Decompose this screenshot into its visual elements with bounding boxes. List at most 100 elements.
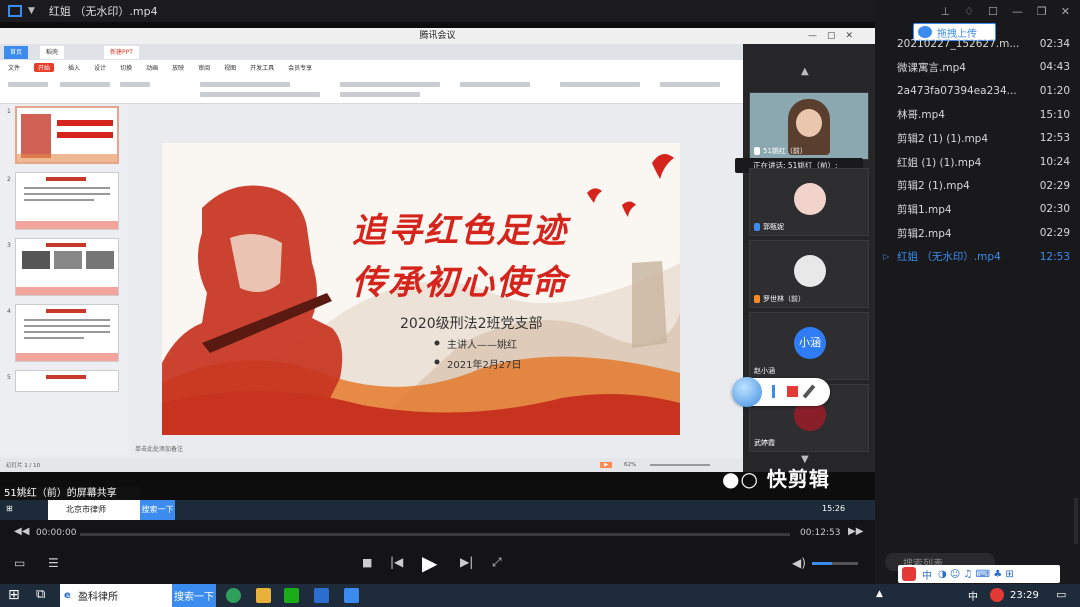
taskbar-search-input[interactable]: e 盈科律所: [60, 584, 172, 607]
wps-menu-item[interactable]: 插入: [68, 63, 80, 72]
previous-icon[interactable]: |◀: [390, 555, 403, 569]
wps-menu-item[interactable]: 开发工具: [250, 63, 274, 72]
slide-date: 2021年2月27日: [447, 360, 522, 371]
tray-up-icon[interactable]: ▲: [876, 589, 883, 599]
playlist-item-name: 林哥.mp4: [897, 109, 945, 122]
play-icon[interactable]: ▶: [422, 551, 437, 575]
player-logo-icon[interactable]: [8, 5, 22, 17]
ime-tools-icon: ◑ ☺ ♫ ⌨ ♣ ⊞: [938, 568, 1014, 580]
menu-caret-icon[interactable]: ▼: [28, 6, 35, 16]
browser-icon[interactable]: [226, 588, 241, 603]
scroll-up-icon[interactable]: ▲: [801, 66, 809, 77]
start-icon[interactable]: ⊞: [8, 587, 20, 603]
playlist-item[interactable]: 剪辑2 (1).mp4 02:29: [875, 174, 1080, 197]
next-icon[interactable]: ▶|: [460, 555, 473, 569]
word-icon[interactable]: [314, 588, 329, 603]
seek-bar[interactable]: [80, 533, 790, 536]
playlist-item-duration: 02:30: [1039, 203, 1070, 216]
sogou-icon[interactable]: [990, 588, 1004, 602]
wps-menu-item[interactable]: 开始: [34, 62, 55, 72]
volume-icon[interactable]: ◀): [792, 556, 806, 570]
wps-tab-home[interactable]: 首页: [4, 46, 29, 59]
wps-menu-item[interactable]: 审阅: [198, 63, 210, 72]
pause-icon[interactable]: [772, 385, 775, 398]
meeting-window-controls: —▢✕: [807, 31, 863, 41]
open-file-icon[interactable]: ▭: [14, 556, 25, 570]
annotation-ball-icon[interactable]: [732, 377, 762, 407]
playlist-item-name: 剪辑1.mp4: [897, 203, 952, 216]
playlist-item[interactable]: 剪辑1.mp4 02:30: [875, 198, 1080, 221]
wechat-icon[interactable]: [284, 588, 299, 603]
wps-menu-item[interactable]: 会员专享: [288, 63, 312, 72]
pin-icon[interactable]: ⊥: [941, 5, 951, 18]
participant-tile-4[interactable]: 小涵 赵小涵: [749, 312, 869, 380]
time-current: 00:00:00: [36, 528, 77, 538]
stop-record-icon[interactable]: [787, 386, 798, 397]
restore-icon[interactable]: ❐: [1037, 5, 1047, 18]
ime-indicator[interactable]: 中: [968, 588, 978, 603]
playlist-item-name: 剪辑2 (1).mp4: [897, 180, 970, 193]
player-app-icon[interactable]: [344, 588, 359, 603]
wps-menu-item[interactable]: 放映: [172, 63, 184, 72]
wps-tab-ppt[interactable]: 新建PPT: [104, 46, 139, 59]
playlist-item-name: 20210227_152627.m...: [897, 37, 1020, 50]
inner-start-icon: ⊞: [6, 504, 13, 513]
playlist-item[interactable]: 剪辑2.mp4 02:29: [875, 222, 1080, 245]
wps-menu-item[interactable]: 动画: [146, 63, 158, 72]
skin-icon[interactable]: ♢: [964, 5, 974, 18]
playlist-item[interactable]: ▷ 红姐 （无水印）.mp4 12:53: [875, 245, 1080, 268]
slide-thumbnail-2[interactable]: [15, 172, 119, 230]
close-icon[interactable]: ✕: [1061, 5, 1070, 18]
playlist-item-duration: 12:53: [1039, 250, 1070, 263]
slide-thumbnail-5[interactable]: [15, 370, 119, 392]
playlist-item[interactable]: 20210227_152627.m... 02:34: [875, 32, 1080, 55]
fast-forward-icon[interactable]: ▶▶: [848, 526, 863, 537]
wps-presentation-window: 首页 稻壳 新建PPT 文件 开始 插入 设计 切换 动画 放映 审阅 视图 开发工具 会员专享 1…: [0, 44, 743, 472]
playlist-item-name: 剪辑2 (1) (1).mp4: [897, 132, 989, 145]
wps-tab-daoke[interactable]: 稻壳: [40, 46, 65, 59]
avatar: [794, 255, 826, 287]
wps-menu-item[interactable]: 设计: [94, 63, 106, 72]
slide-thumbnail-1[interactable]: [15, 106, 119, 164]
slide-org: 2020级刑法2班党支部: [400, 316, 543, 332]
wps-menu-item[interactable]: 文件: [8, 63, 20, 72]
playlist-item[interactable]: 红姐 (1) (1).mp4 10:24: [875, 151, 1080, 174]
slide-thumbnail-4[interactable]: [15, 304, 119, 362]
zoom-slider[interactable]: [650, 464, 710, 466]
equalizer-icon[interactable]: ☰: [48, 556, 59, 570]
taskbar-search-button[interactable]: 搜索一下: [172, 584, 216, 607]
pen-icon[interactable]: [802, 384, 816, 399]
participant-tile-2[interactable]: 郭甄妮: [749, 168, 869, 236]
stop-icon[interactable]: ■: [362, 556, 372, 569]
playlist-item-name: 红姐 (1) (1).mp4: [897, 156, 982, 169]
task-view-icon[interactable]: ⧉: [36, 587, 45, 602]
playlist-item[interactable]: 微课寓言.mp4 04:43: [875, 56, 1080, 79]
kuaijianji-watermark: ●○ 快剪辑: [722, 467, 830, 491]
inner-search-btn: 搜索一下: [140, 500, 175, 520]
playlist-item[interactable]: 剪辑2 (1) (1).mp4 12:53: [875, 127, 1080, 150]
playlist-scrollbar[interactable]: [1074, 498, 1078, 544]
playlist-item[interactable]: 林哥.mp4 15:10: [875, 103, 1080, 126]
sogou-logo-icon: [902, 567, 916, 581]
main-slide[interactable]: 追寻红色足迹 传承初心使命 2020级刑法2班党支部 主讲人——姚红 2021年…: [162, 143, 680, 435]
playlist-window-controls: ⊥ ♢ ☐ — ❐ ✕: [875, 0, 1080, 22]
folder-icon[interactable]: [256, 588, 271, 603]
play-slide-button[interactable]: ▶: [600, 462, 613, 468]
wps-menu-item[interactable]: 视图: [224, 63, 236, 72]
participant-tile-1[interactable]: 51姚红（前）: [749, 92, 869, 160]
ime-toolbar[interactable]: 中 ◑ ☺ ♫ ⌨ ♣ ⊞: [898, 565, 1060, 583]
notification-icon[interactable]: ▭: [1056, 588, 1066, 601]
annotation-toolbar: [732, 377, 830, 407]
volume-slider[interactable]: [812, 562, 858, 565]
playlist-item-name: 微课寓言.mp4: [897, 61, 966, 74]
slide-thumbnail-3[interactable]: [15, 238, 119, 296]
playlist-item[interactable]: 2a473fa07394ea234... 01:20: [875, 79, 1080, 102]
settings-icon[interactable]: ☐: [988, 5, 998, 18]
rewind-icon[interactable]: ◀◀: [14, 526, 29, 537]
wps-menu-item[interactable]: 切换: [120, 63, 132, 72]
slide-headline-1: 追寻红色足迹: [352, 211, 568, 251]
participant-tile-3[interactable]: 罗世林（前）: [749, 240, 869, 308]
notes-placeholder[interactable]: 单击此处添加备注: [135, 444, 183, 453]
minimize-icon[interactable]: —: [1012, 5, 1023, 18]
fullscreen-icon[interactable]: ⤢: [492, 555, 502, 570]
